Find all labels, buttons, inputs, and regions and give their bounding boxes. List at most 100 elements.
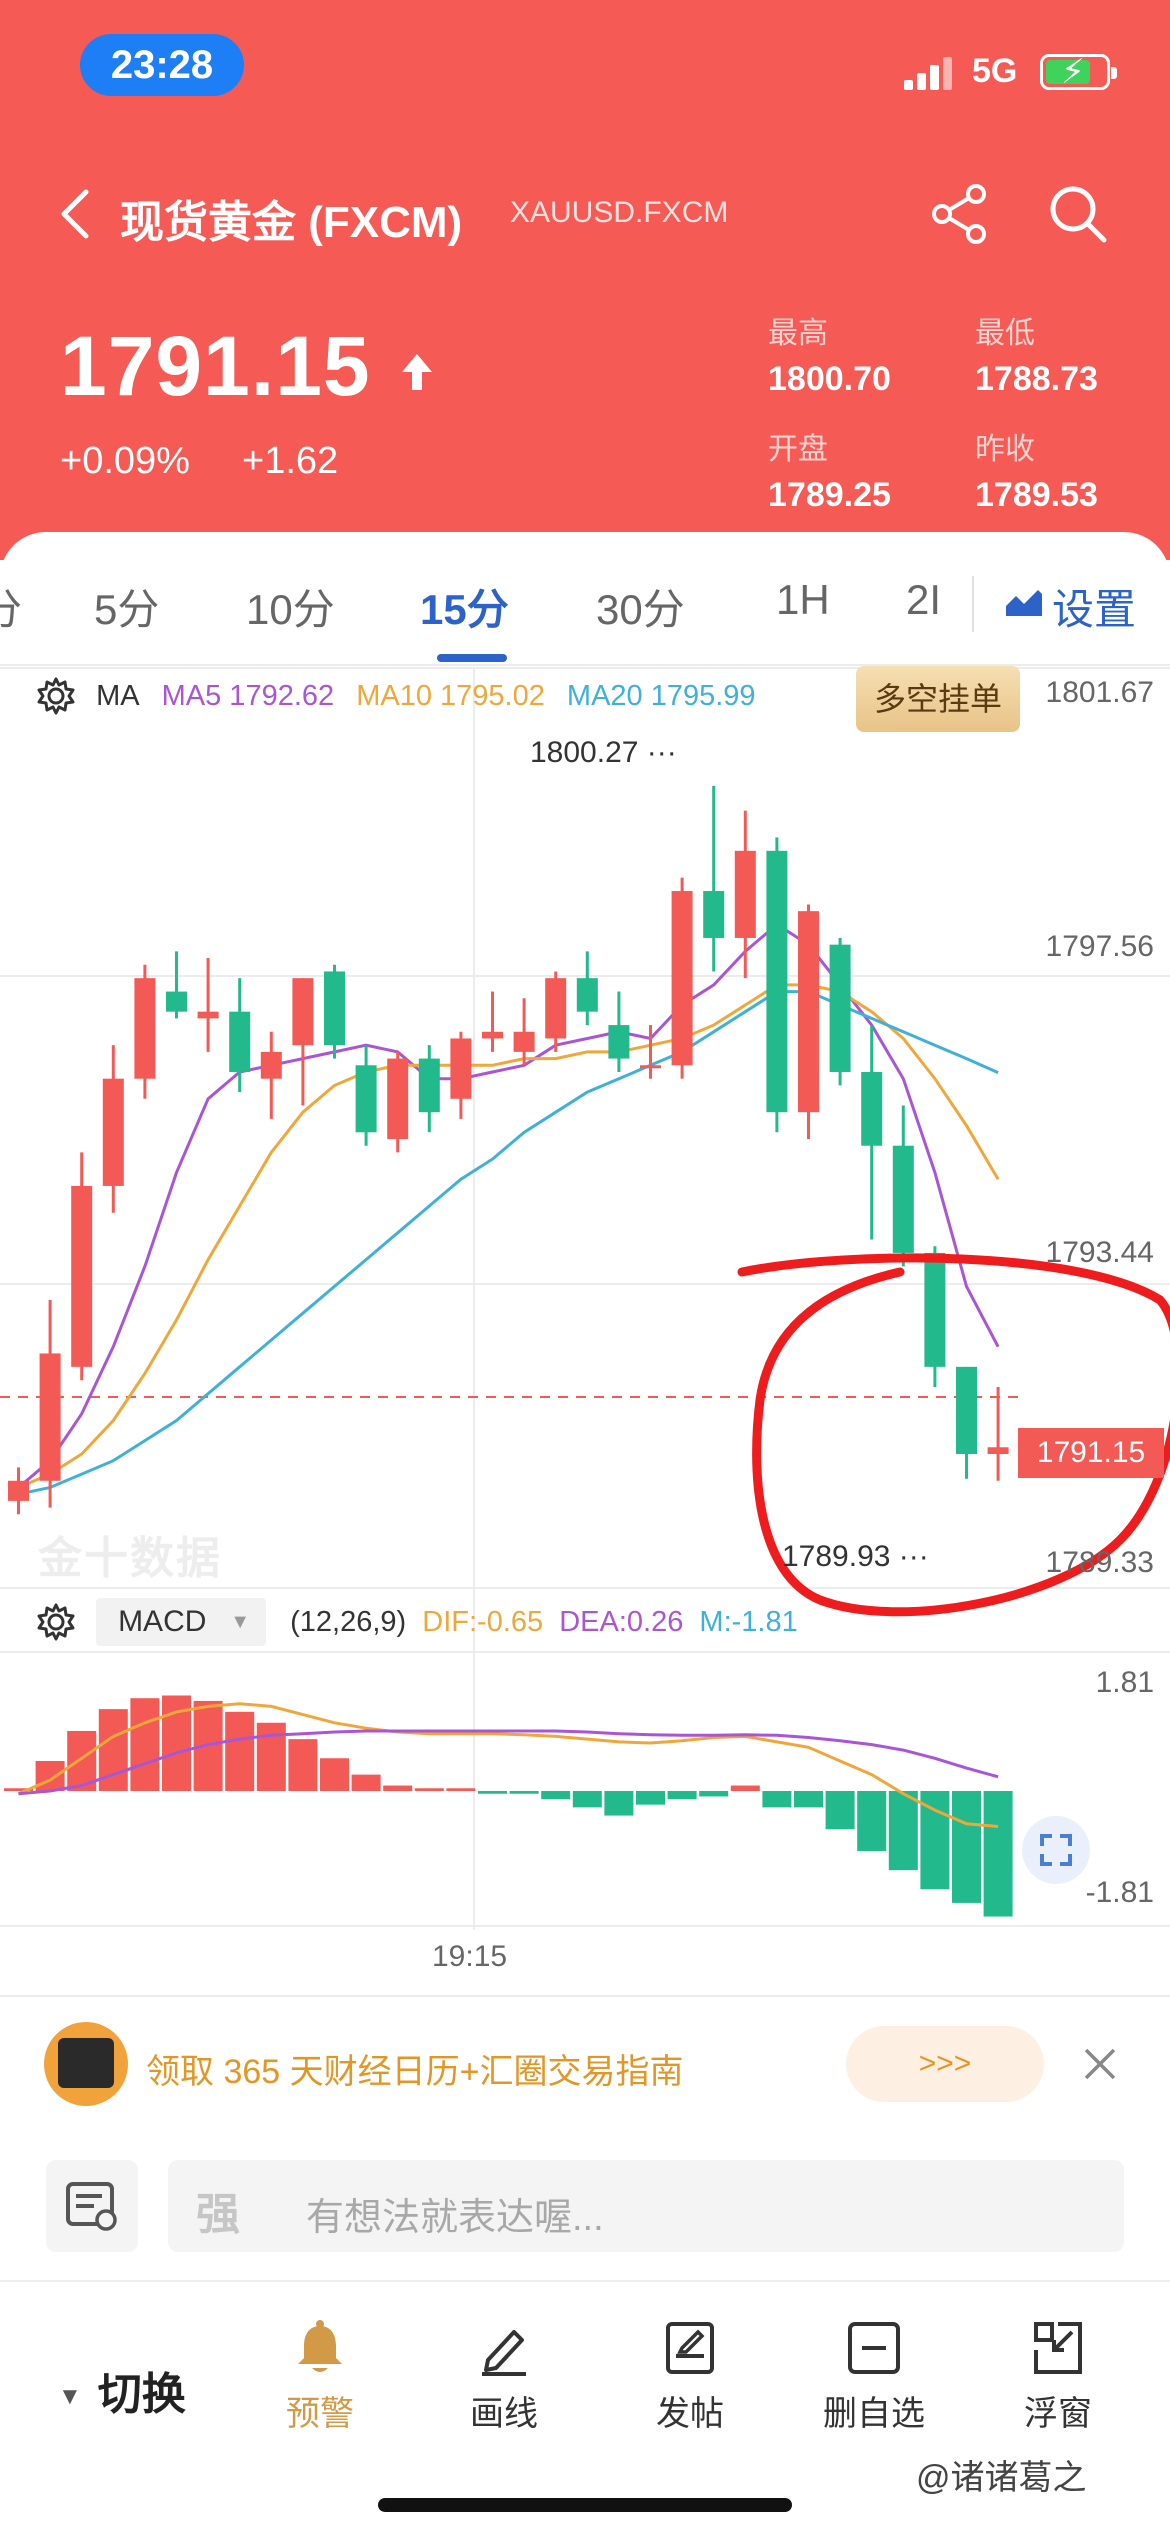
ma-label: MA — [96, 679, 140, 712]
candle-body — [987, 1447, 1009, 1454]
candle-body — [734, 850, 756, 938]
chevron-down-icon: ▼ — [230, 1611, 251, 1633]
tab-15min[interactable]: 15分 — [420, 576, 509, 637]
macd-bar — [888, 1791, 918, 1871]
watermark: 金十数据 — [38, 1534, 222, 1583]
search-icon[interactable] — [1046, 182, 1110, 246]
network-type: 5G — [972, 52, 1018, 90]
macd-bar — [320, 1758, 349, 1791]
macd-bar — [4, 1788, 33, 1791]
macd-bar — [636, 1791, 665, 1805]
tab-1min[interactable]: 分 — [0, 576, 22, 637]
low-marker: 1789.93 ··· — [782, 1540, 929, 1573]
macd-bar — [414, 1788, 444, 1791]
current-price-tag: 1791.15 — [1018, 1428, 1164, 1478]
tab-10min[interactable]: 10分 — [246, 576, 335, 637]
macd-bar — [162, 1695, 191, 1791]
macd-bar — [67, 1730, 97, 1791]
stat-open: 开盘 1789.25 — [768, 433, 891, 514]
signal-icon — [904, 56, 954, 90]
instrument-title: 现货黄金 (FXCM) — [120, 198, 463, 247]
candle-body — [892, 1145, 914, 1253]
macd-axis-bottom: -1.81 — [1085, 1876, 1154, 1909]
candle-body — [671, 891, 693, 1066]
ma5-line — [17, 922, 1000, 1489]
macd-params: (12,26,9) — [290, 1605, 407, 1638]
macd-bar — [920, 1791, 950, 1890]
promo-avatar — [44, 2022, 128, 2106]
switch-button[interactable]: ▼ 切换 — [58, 2358, 186, 2422]
quote-header: 23:28 5G ⚡ 现货黄金 (FXCM) XAUUSD.FXCM 1791.… — [0, 0, 1170, 560]
pen-icon — [482, 2330, 526, 2376]
promo-go-button[interactable]: >>> — [846, 2026, 1044, 2102]
candle-body — [576, 978, 598, 1012]
stat-high: 最高 1800.70 — [768, 317, 891, 398]
candle-body — [956, 1366, 977, 1454]
tab-2h[interactable]: 2I — [906, 576, 941, 624]
candle-body — [387, 1058, 409, 1139]
change-amount: +1.62 — [242, 440, 339, 482]
macd-bar — [794, 1791, 823, 1808]
candle-body — [450, 1038, 472, 1099]
macd-bar — [351, 1774, 381, 1791]
promo-banner[interactable]: 领取 365 天财经日历+汇圈交易指南 >>> — [0, 2000, 1170, 2130]
share-icon[interactable] — [928, 182, 992, 246]
bell-icon — [298, 2320, 342, 2372]
macd-m: M:-1.81 — [699, 1605, 798, 1638]
remove-watchlist-button[interactable]: 删自选 — [804, 2302, 944, 2435]
macd-bar — [730, 1785, 760, 1791]
candle-body — [102, 1078, 124, 1186]
home-indicator — [378, 2498, 792, 2512]
macd-bar — [130, 1698, 160, 1791]
macd-axis-top: 1.81 — [1095, 1666, 1154, 1699]
ma20-value: MA20 1795.99 — [566, 679, 756, 712]
fullscreen-button[interactable] — [1022, 1816, 1090, 1884]
ma20-line — [18, 990, 999, 1496]
macd-legend: MACD ▼ (12,26,9) DIF:-0.65 DEA:0.26 M:-1.… — [36, 1598, 806, 1648]
dea-line — [18, 1729, 999, 1796]
status-time: 23:28 — [80, 34, 244, 96]
indicator-select[interactable]: MACD ▼ — [96, 1598, 267, 1646]
tab-1h[interactable]: 1H — [776, 576, 830, 624]
status-bar: 23:28 5G ⚡ — [0, 0, 1170, 130]
macd-bar — [478, 1791, 507, 1794]
memo-button[interactable] — [46, 2160, 138, 2252]
long-short-orders-button[interactable]: 多空挂单 — [856, 666, 1020, 732]
price-axis-label: 1797.56 — [1045, 930, 1154, 963]
memo-icon — [66, 2182, 117, 2231]
macd-bar — [857, 1791, 887, 1852]
draw-line-button[interactable]: 画线 — [434, 2302, 574, 2435]
candle-body — [292, 978, 314, 1046]
candle-body — [798, 911, 819, 1113]
float-window-button[interactable]: 浮窗 — [988, 2302, 1128, 2435]
ma10-line — [17, 983, 1000, 1489]
comment-input[interactable]: 强 有想法就表达喔... — [168, 2160, 1124, 2252]
post-icon — [666, 2322, 714, 2374]
macd-bar — [288, 1739, 318, 1791]
back-arrow-icon[interactable] — [56, 184, 96, 244]
tab-5min[interactable]: 5分 — [94, 576, 159, 637]
stat-low: 最低 1788.73 — [975, 317, 1098, 398]
macd-bar — [604, 1791, 634, 1816]
tab-30min[interactable]: 30分 — [596, 576, 685, 637]
comment-placeholder: 有想法就表达喔... — [306, 2197, 604, 2239]
candle-body — [355, 1065, 377, 1133]
macd-bar — [446, 1788, 476, 1791]
macd-settings-gear-icon[interactable] — [36, 1602, 76, 1642]
ma-settings-gear-icon[interactable] — [36, 676, 76, 716]
emoji-icon[interactable]: 强 — [196, 2178, 240, 2242]
candle-body — [513, 1031, 535, 1052]
watermark-credit: @诸诸葛之 — [916, 2459, 1087, 2497]
alert-button[interactable]: 预警 — [250, 2302, 390, 2435]
macd-bar — [98, 1709, 128, 1791]
close-icon[interactable] — [1080, 2044, 1120, 2084]
candle-body — [766, 850, 788, 1113]
float-window-icon — [1034, 2322, 1082, 2374]
candle-body — [640, 1065, 661, 1069]
candle-body — [545, 978, 567, 1039]
chart-settings-icon — [1006, 590, 1042, 616]
candle-body — [166, 991, 187, 1012]
post-button[interactable]: 发帖 — [620, 2302, 760, 2435]
comment-bar: 强 有想法就表达喔... — [0, 2140, 1170, 2252]
candle-body — [418, 1058, 440, 1113]
